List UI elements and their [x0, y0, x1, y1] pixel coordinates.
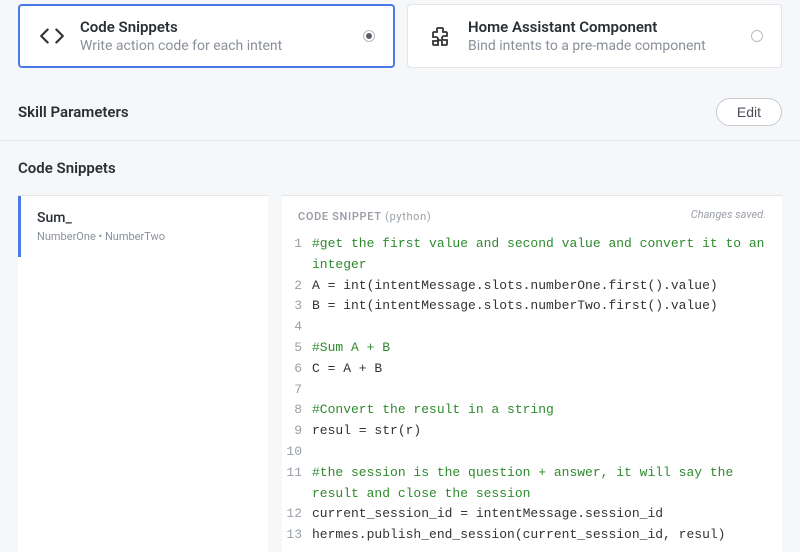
code-block[interactable]: 1#get the first value and second value a… [282, 228, 782, 552]
code-line[interactable]: 12current_session_id = intentMessage.ses… [286, 504, 778, 525]
line-number: 4 [286, 317, 312, 338]
code-line[interactable]: 1#get the first value and second value a… [286, 234, 778, 276]
code-text[interactable]: A = int(intentMessage.slots.numberOne.fi… [312, 276, 778, 297]
line-number: 7 [286, 380, 312, 401]
code-line[interactable]: 6C = A + B [286, 359, 778, 380]
option-title: Home Assistant Component [468, 18, 737, 36]
line-number: 13 [286, 525, 312, 546]
skill-parameters-header: Skill Parameters Edit [0, 80, 800, 141]
option-title: Code Snippets [80, 18, 349, 36]
line-number: 1 [286, 234, 312, 276]
save-status: Changes saved. [691, 208, 766, 224]
option-text: Code Snippets Write action code for each… [80, 18, 349, 54]
code-line[interactable]: 8#Convert the result in a string [286, 400, 778, 421]
line-number: 8 [286, 400, 312, 421]
code-line[interactable]: 13hermes.publish_end_session(current_ses… [286, 525, 778, 546]
code-text[interactable]: resul = str(r) [312, 421, 778, 442]
code-line[interactable]: 9resul = str(r) [286, 421, 778, 442]
snippet-sidebar: Sum_ NumberOne • NumberTwo [18, 195, 268, 552]
code-text[interactable]: current_session_id = intentMessage.sessi… [312, 504, 778, 525]
sidebar-item-sum[interactable]: Sum_ NumberOne • NumberTwo [18, 196, 268, 257]
code-text[interactable] [312, 317, 778, 338]
puzzle-icon [426, 22, 454, 50]
code-text[interactable]: C = A + B [312, 359, 778, 380]
radio-selected-icon [363, 30, 375, 42]
line-number: 3 [286, 296, 312, 317]
option-code-snippets[interactable]: Code Snippets Write action code for each… [18, 4, 395, 68]
code-line[interactable]: 7 [286, 380, 778, 401]
option-text: Home Assistant Component Bind intents to… [468, 18, 737, 54]
code-text[interactable]: #the session is the question + answer, i… [312, 463, 778, 505]
code-line[interactable]: 11#the session is the question + answer,… [286, 463, 778, 505]
code-text[interactable]: hermes.publish_end_session(current_sessi… [312, 525, 778, 546]
editor-lang: (python) [385, 210, 431, 223]
sidebar-item-slots: NumberOne • NumberTwo [37, 230, 252, 243]
line-number: 11 [286, 463, 312, 505]
code-text[interactable]: #Convert the result in a string [312, 400, 778, 421]
line-number: 10 [286, 442, 312, 463]
skill-parameters-title: Skill Parameters [18, 103, 129, 121]
code-text[interactable]: #get the first value and second value an… [312, 234, 778, 276]
code-snippets-title: Code Snippets [0, 141, 800, 195]
editor-header: CODE SNIPPET (python) Changes saved. [282, 196, 782, 228]
line-number: 2 [286, 276, 312, 297]
line-number: 12 [286, 504, 312, 525]
code-text[interactable]: B = int(intentMessage.slots.numberTwo.fi… [312, 296, 778, 317]
code-line[interactable]: 10 [286, 442, 778, 463]
code-icon [38, 22, 66, 50]
sidebar-item-title: Sum_ [37, 210, 252, 226]
code-line[interactable]: 2A = int(intentMessage.slots.numberOne.f… [286, 276, 778, 297]
code-editor[interactable]: CODE SNIPPET (python) Changes saved. 1#g… [282, 195, 782, 552]
option-subtitle: Write action code for each intent [80, 38, 349, 54]
code-line[interactable]: 3B = int(intentMessage.slots.numberTwo.f… [286, 296, 778, 317]
editor-label: CODE SNIPPET [298, 210, 382, 223]
radio-unselected-icon [751, 30, 763, 42]
code-line[interactable]: 5#Sum A + B [286, 338, 778, 359]
line-number: 9 [286, 421, 312, 442]
edit-button[interactable]: Edit [716, 98, 782, 126]
code-text[interactable]: #Sum A + B [312, 338, 778, 359]
option-home-assistant[interactable]: Home Assistant Component Bind intents to… [407, 4, 782, 68]
code-line[interactable]: 4 [286, 317, 778, 338]
code-text[interactable] [312, 442, 778, 463]
code-text[interactable] [312, 380, 778, 401]
option-subtitle: Bind intents to a pre-made component [468, 38, 737, 54]
line-number: 5 [286, 338, 312, 359]
line-number: 6 [286, 359, 312, 380]
